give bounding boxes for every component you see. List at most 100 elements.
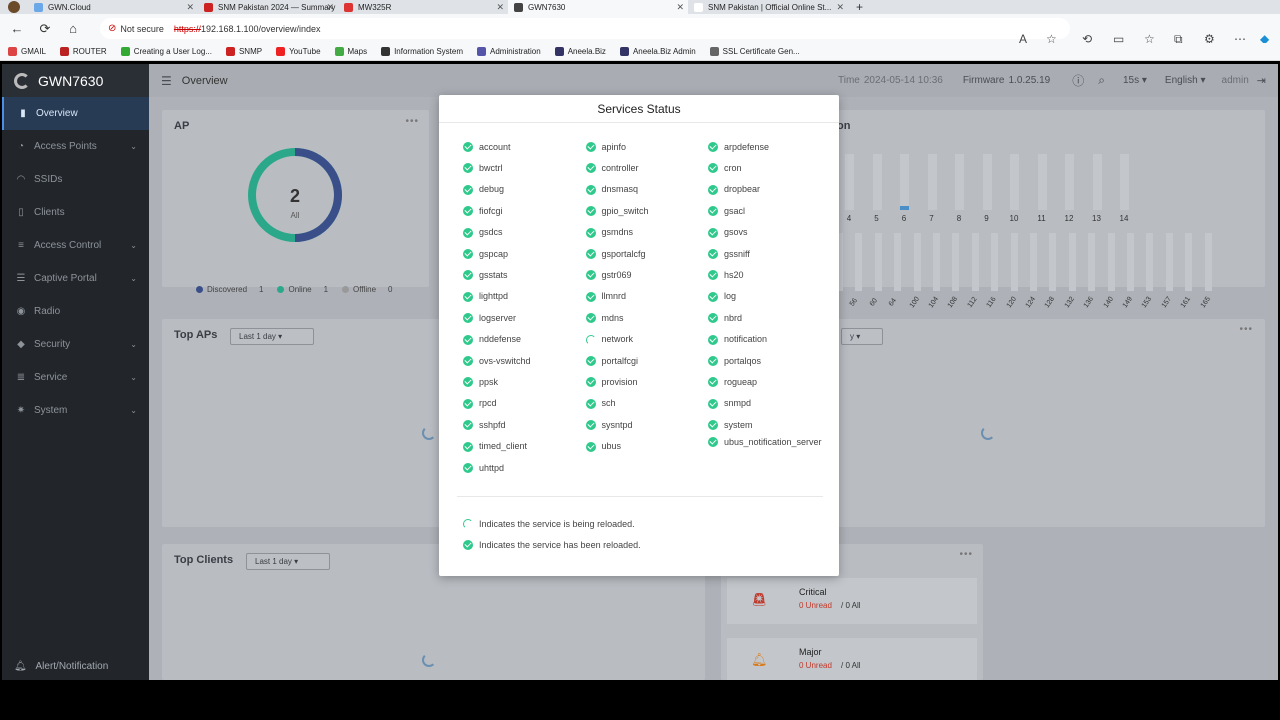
service-item: gstr069: [585, 270, 706, 281]
bookmark-item[interactable]: SNMP: [225, 47, 262, 56]
wifi-icon: ◠: [16, 174, 26, 185]
bookmark-item[interactable]: Information System: [381, 47, 463, 56]
profile-avatar[interactable]: [8, 1, 20, 13]
service-item: gspcap: [463, 249, 583, 259]
bookmark-icon: [381, 47, 391, 56]
refresh-interval-select[interactable]: 15s ▾: [1123, 75, 1147, 86]
bookmark-item[interactable]: ROUTER: [59, 47, 107, 56]
alert-notification-link[interactable]: 🔔︎ Alert/Notification: [14, 661, 108, 672]
browser-tab[interactable]: GWN.Cloud ✕: [28, 0, 198, 14]
browser-tab[interactable]: SNM Pakistan 2024 — Summary ✕: [198, 0, 338, 14]
service-item: rpcd: [463, 398, 583, 409]
channel-bar: [1049, 233, 1057, 291]
chevron-down-icon: ⌄: [130, 406, 137, 415]
product-logo[interactable]: GWN7630: [2, 64, 149, 97]
bookmark-item[interactable]: YouTube: [276, 47, 321, 56]
check-icon: [463, 398, 473, 409]
alert-level: Critical: [799, 587, 827, 597]
channel-tick-label: 128: [1044, 295, 1057, 310]
back-icon[interactable]: ←: [6, 18, 28, 40]
bookmark-item[interactable]: SSL Certificate Gen...: [709, 47, 800, 56]
ap-legend: Discovered 1 Online 1 Offline 0: [196, 285, 406, 294]
sidebar-item-overview[interactable]: ▮ Overview: [2, 97, 149, 130]
check-icon: [708, 334, 718, 345]
home-icon[interactable]: ⌂: [62, 18, 84, 40]
chevron-down-icon: ⌄: [130, 142, 137, 151]
channel-tick-label: 64: [887, 297, 899, 308]
sidebar-item-system[interactable]: ✷ System ⌄: [2, 394, 149, 427]
bookmarks-bar: GMAIL ROUTER Creating a User Log... SNMP You…: [0, 43, 1280, 61]
bookmark-item[interactable]: GMAIL: [8, 47, 46, 56]
check-icon: [463, 291, 473, 302]
service-name: gsstats: [479, 269, 508, 280]
top-clients-range-select[interactable]: Last 1 day ▾: [246, 553, 330, 570]
top-aps-range-select[interactable]: Last 1 day ▾: [230, 328, 314, 345]
service-name: system: [724, 419, 753, 430]
bookmark-label: Administration: [490, 47, 541, 56]
close-icon[interactable]: ✕: [186, 2, 194, 13]
reload-icon[interactable]: ⟳: [34, 18, 56, 40]
check-icon: [463, 313, 473, 324]
check-icon: [708, 227, 718, 238]
sidebar-item-service[interactable]: ≣ Service ⌄: [2, 361, 149, 394]
close-icon[interactable]: ✕: [676, 2, 684, 13]
channel-bar: [855, 233, 863, 291]
service-name: gsovs: [724, 227, 748, 238]
more-icon[interactable]: •••: [959, 549, 973, 560]
user-name[interactable]: admin: [1222, 75, 1249, 86]
sidebar-item-ssids[interactable]: ◠ SSIDs: [2, 163, 149, 196]
service-name: gsdcs: [479, 227, 503, 238]
more-icon[interactable]: •••: [1239, 324, 1253, 335]
bookmark-item[interactable]: Creating a User Log...: [120, 47, 212, 56]
service-icon: ≣: [16, 372, 26, 383]
sidebar-item-security[interactable]: ◆ Security ⌄: [2, 328, 149, 361]
bookmark-item[interactable]: Administration: [477, 47, 541, 56]
bookmark-item[interactable]: Aneela.Biz Admin: [619, 47, 696, 56]
sidebar-item-captive-portal[interactable]: ☰ Captive Portal ⌄: [2, 262, 149, 295]
service-name: ubus_notification_server: [724, 436, 822, 447]
check-icon: [463, 441, 473, 452]
new-tab-icon[interactable]: +: [856, 0, 863, 14]
browser-tab[interactable]: GWN7630 ✕: [508, 0, 688, 14]
sidebar-item-label: Access Control: [34, 240, 102, 251]
sidebar-item-access-points[interactable]: ◔ Access Points ⌄: [2, 130, 149, 163]
alert-critical-row[interactable]: 🚨︎ Critical 0 Unread / 0 All: [727, 578, 977, 624]
check-icon: [463, 142, 473, 152]
browser-tab[interactable]: MW325R ✕: [338, 0, 508, 14]
url-input[interactable]: ⊘ Not secure https:// 192.168.1.100/over…: [100, 18, 1070, 39]
bookmark-item[interactable]: Aneela.Biz: [554, 47, 606, 56]
check-icon: [585, 227, 596, 238]
tab-favicon: [514, 2, 523, 12]
search-icon[interactable]: ⌕: [1098, 73, 1105, 88]
check-icon: [708, 313, 718, 324]
service-name: sysntpd: [601, 419, 633, 430]
more-icon[interactable]: •••: [405, 116, 419, 127]
tab-favicon: [34, 2, 43, 12]
channel-usage-mark: [900, 206, 909, 210]
help-icon[interactable]: ⓘ: [1072, 72, 1084, 89]
alert-major-row[interactable]: 🔔︎ Major 0 Unread / 0 All: [727, 638, 977, 680]
browser-tab[interactable]: SNM Pakistan | Official Online St... ✕: [688, 0, 848, 14]
logout-icon[interactable]: ⇥: [1257, 74, 1266, 87]
loading-icon: [585, 334, 596, 345]
close-icon[interactable]: ✕: [836, 2, 844, 13]
bookmark-item[interactable]: Maps: [334, 47, 367, 56]
sidebar-item-clients[interactable]: ▯ Clients: [2, 196, 149, 229]
sidebar-item-radio[interactable]: ◉ Radio: [2, 295, 149, 328]
service-name: rogueap: [724, 376, 758, 387]
right-range-select[interactable]: y ▾: [841, 328, 883, 345]
close-icon[interactable]: ✕: [496, 2, 504, 13]
close-icon[interactable]: ✕: [326, 2, 334, 13]
ap-total: 2: [289, 186, 300, 206]
service-name: nbrd: [724, 312, 743, 323]
channel-bar: [872, 154, 882, 210]
sidebar-item-access-control[interactable]: ≡ Access Control ⌄: [2, 229, 149, 262]
bookmark-label: Aneela.Biz: [567, 47, 606, 56]
check-icon: [463, 206, 473, 217]
language-select[interactable]: English ▾: [1165, 75, 1206, 86]
channel-tick-label: 9: [984, 214, 989, 223]
menu-icon[interactable]: ☰: [161, 74, 172, 88]
tab-favicon: [204, 2, 213, 12]
service-name: network: [601, 334, 634, 345]
channel-bar: [1120, 154, 1129, 210]
